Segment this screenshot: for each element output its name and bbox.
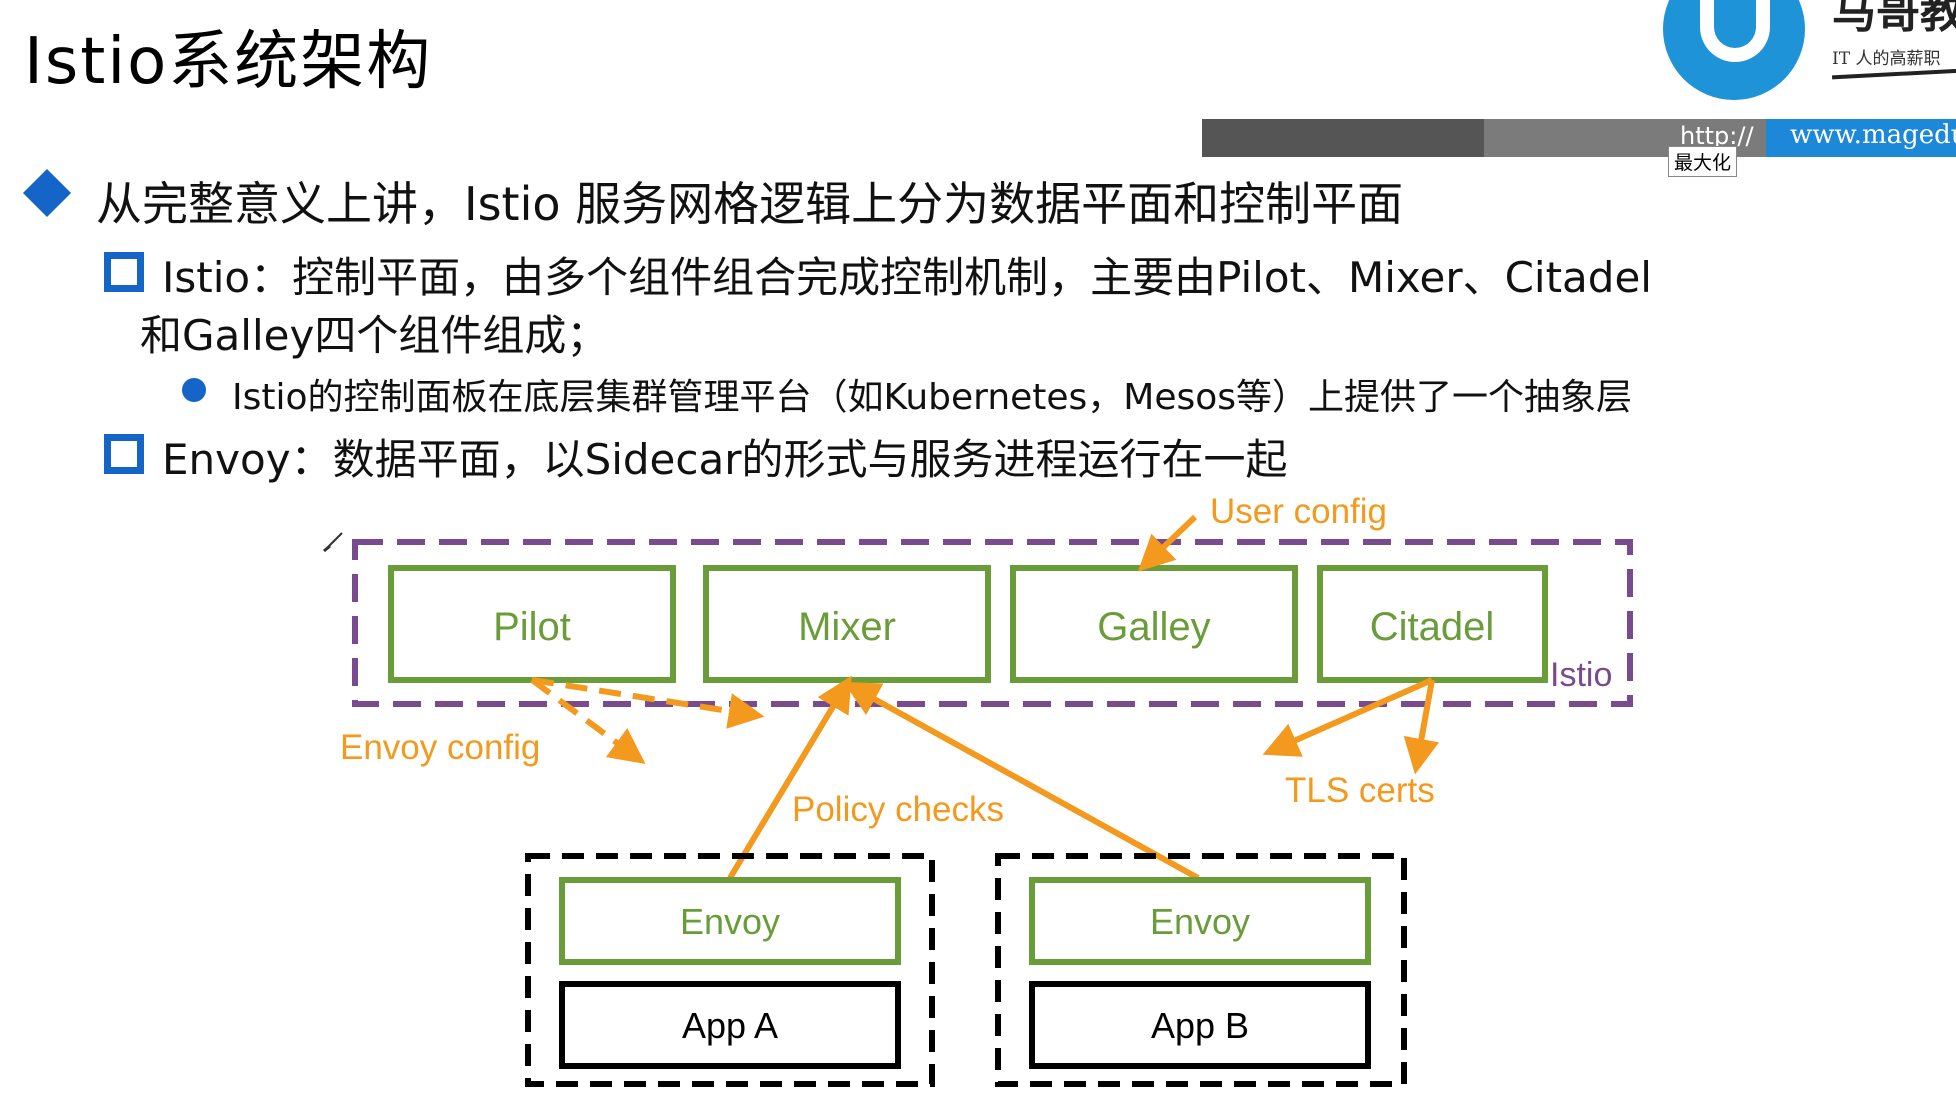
- component-citadel: Citadel: [1317, 565, 1548, 683]
- component-mixer-label: Mixer: [798, 605, 896, 649]
- istio-boundary-label: Istio: [1550, 656, 1612, 694]
- policy-checks-label: Policy checks: [792, 790, 1004, 829]
- component-galley-label: Galley: [1097, 605, 1210, 649]
- istio-architecture-diagram: Istio Pilot Mixer Galley Citadel User co…: [323, 492, 1633, 1087]
- tls-certs-label: TLS certs: [1285, 771, 1435, 810]
- component-galley: Galley: [1010, 565, 1298, 683]
- policy-check-arrow-b: [843, 681, 1200, 881]
- envoy-proxy-b-label: Envoy: [1150, 901, 1250, 942]
- pod-b: Envoy App B: [995, 853, 1407, 1087]
- pod-a: Envoy App A: [525, 853, 935, 1087]
- envoy-config-label: Envoy config: [340, 728, 540, 767]
- envoy-config-arrow-right: [531, 677, 765, 729]
- envoy-proxy-a-label: Envoy: [680, 901, 780, 942]
- pen-cursor-icon: [323, 532, 343, 553]
- component-citadel-label: Citadel: [1370, 605, 1495, 649]
- app-a-label: App A: [682, 1005, 778, 1046]
- tls-certs-arrow-down: [1403, 679, 1440, 775]
- app-b-label: App B: [1151, 1005, 1249, 1046]
- user-config-arrow: [1137, 514, 1198, 572]
- component-mixer: Mixer: [703, 565, 991, 683]
- policy-check-arrow-a: [727, 675, 852, 880]
- component-pilot-label: Pilot: [493, 605, 571, 649]
- component-pilot: Pilot: [388, 565, 676, 683]
- user-config-label: User config: [1210, 492, 1387, 531]
- tls-certs-arrow-left: [1262, 677, 1434, 757]
